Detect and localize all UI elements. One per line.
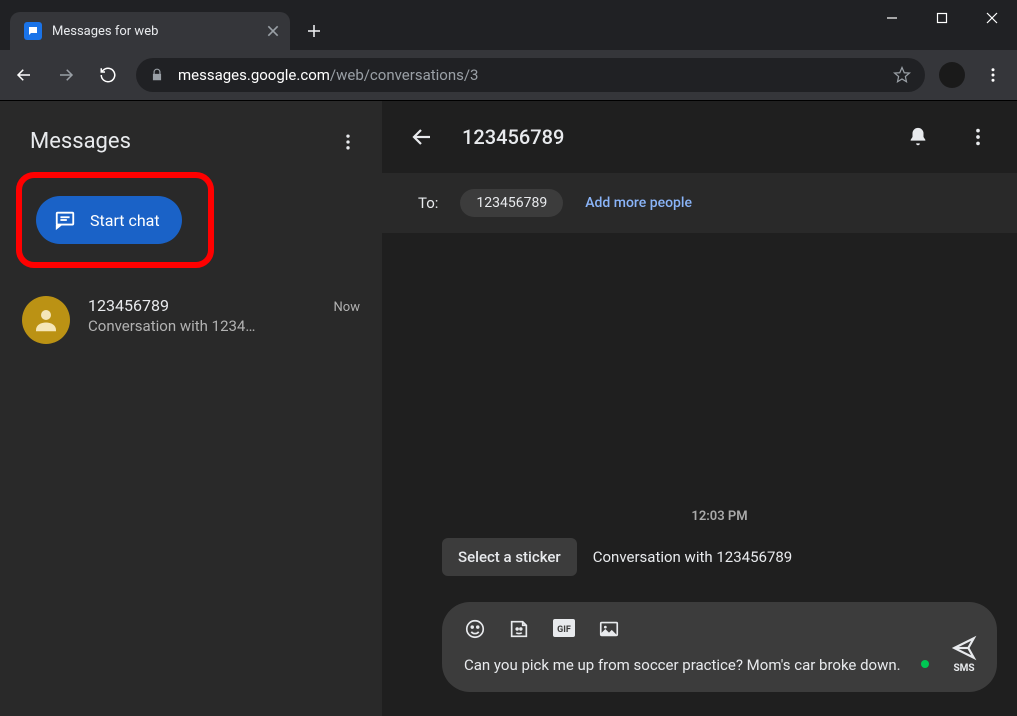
conversation-item[interactable]: 123456789 Now Conversation with 1234…: [0, 286, 382, 354]
nav-back-button[interactable]: [10, 61, 38, 89]
composer-text-input[interactable]: Can you pick me up from soccer practice?…: [464, 654, 975, 677]
browser-menu-button[interactable]: [979, 61, 1007, 89]
main-panel: 123456789 To: 123456789 Add more people …: [382, 101, 1017, 716]
window-close-button[interactable]: [967, 0, 1017, 36]
emoji-icon[interactable]: [464, 618, 486, 640]
system-message: Conversation with 123456789: [593, 548, 793, 566]
chat-icon: [54, 209, 76, 231]
window-maximize-button[interactable]: [917, 0, 967, 36]
start-chat-button[interactable]: Start chat: [36, 196, 182, 244]
recipient-chip[interactable]: 123456789: [460, 189, 563, 217]
contact-avatar-icon: [22, 296, 70, 344]
back-arrow-button[interactable]: [410, 125, 434, 149]
url-text: messages.google.com/web/conversations/3: [178, 66, 879, 84]
browser-toolbar: messages.google.com/web/conversations/3: [0, 50, 1017, 100]
status-dot-icon: [921, 660, 929, 668]
start-chat-label: Start chat: [90, 211, 160, 230]
svg-text:GIF: GIF: [557, 625, 571, 635]
tab-title: Messages for web: [52, 24, 266, 39]
messages-area: 12:03 PM Select a sticker Conversation w…: [382, 233, 1017, 602]
window-minimize-button[interactable]: [867, 0, 917, 36]
notifications-bell-icon[interactable]: [907, 126, 929, 148]
tab-close-button[interactable]: [266, 24, 280, 38]
conversation-preview: Conversation with 1234…: [88, 317, 360, 335]
profile-avatar[interactable]: [939, 62, 965, 88]
gif-icon[interactable]: GIF: [552, 618, 576, 640]
recipient-bar: To: 123456789 Add more people: [382, 173, 1017, 233]
highlight-annotation: Start chat: [16, 172, 214, 268]
sticker-icon[interactable]: [508, 618, 530, 640]
messages-favicon-icon: [24, 22, 42, 40]
to-label: To:: [418, 194, 438, 212]
sidebar-title: Messages: [30, 129, 131, 154]
select-sticker-button[interactable]: Select a sticker: [442, 538, 577, 576]
nav-forward-button[interactable]: [52, 61, 80, 89]
sidebar-menu-button[interactable]: [338, 132, 358, 152]
lock-icon: [150, 68, 164, 82]
conversation-time: Now: [334, 300, 360, 315]
bookmark-star-icon[interactable]: [893, 66, 911, 84]
add-people-link[interactable]: Add more people: [585, 195, 692, 211]
send-button[interactable]: SMS: [951, 635, 977, 674]
conversation-name: 123456789: [88, 296, 169, 315]
conversation-menu-button[interactable]: [967, 126, 989, 148]
send-mode-label: SMS: [953, 663, 974, 674]
address-bar[interactable]: messages.google.com/web/conversations/3: [136, 58, 925, 92]
message-composer[interactable]: GIF Can you pick me up from soccer pract…: [442, 602, 997, 693]
tab-strip: Messages for web: [10, 12, 322, 50]
app-container: Messages Start chat 123456789 Now Conver…: [0, 100, 1017, 716]
conversation-title: 123456789: [462, 125, 879, 149]
nav-reload-button[interactable]: [94, 61, 122, 89]
browser-tab-active[interactable]: Messages for web: [10, 12, 290, 50]
sidebar: Messages Start chat 123456789 Now Conver…: [0, 101, 382, 716]
new-tab-button[interactable]: [306, 23, 322, 39]
image-icon[interactable]: [598, 618, 620, 640]
message-timestamp: 12:03 PM: [442, 509, 997, 524]
